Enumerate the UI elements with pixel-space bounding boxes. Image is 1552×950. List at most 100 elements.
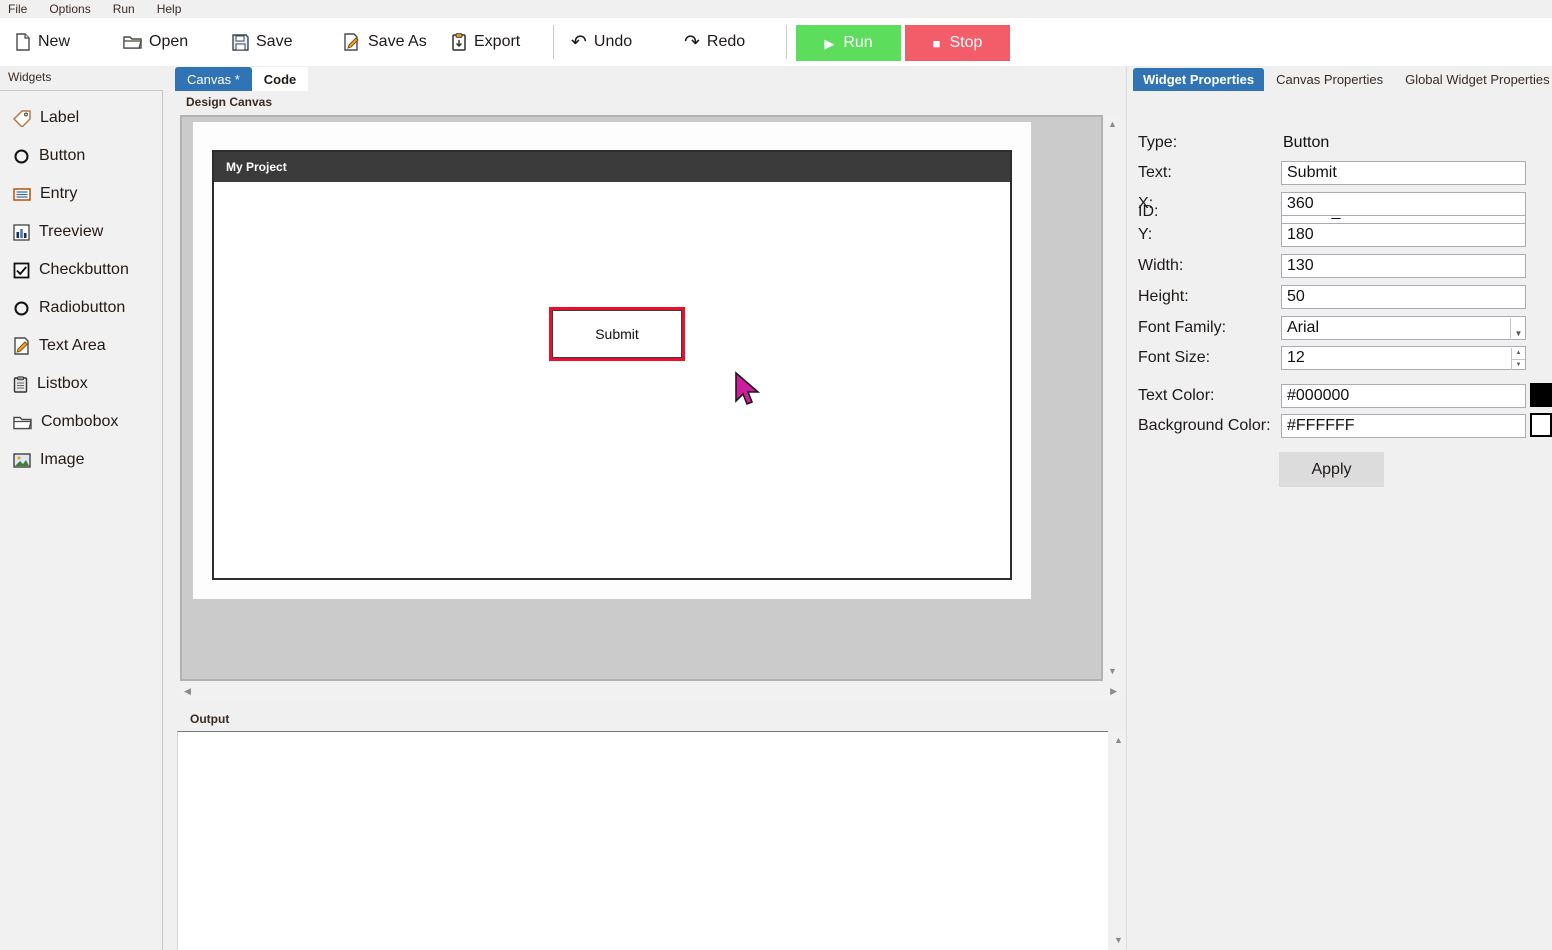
font-size-label: Font Size: [1138,346,1288,370]
redo-button[interactable]: ↷ Redo [684,18,745,66]
widget-item-text-area[interactable]: Text Area [0,327,162,365]
run-button[interactable]: ▶ Run [796,25,901,61]
open-button-label: Open [149,33,188,51]
scroll-down-icon[interactable]: ▼ [1108,667,1117,676]
width-input[interactable] [1281,254,1526,278]
scroll-down-icon[interactable]: ▼ [1114,936,1123,945]
widget-item-treeview[interactable]: Treeview [0,213,162,251]
panel-divider [1126,66,1127,950]
widget-item-text: Radiobutton [39,299,125,317]
submit-widget-face: Submit [552,310,682,358]
menu-options[interactable]: Options [38,2,101,16]
export-clipboard-icon [451,33,467,51]
menu-bar: File Options Run Help [0,0,1552,18]
widget-item-label[interactable]: Label [0,99,162,137]
widgets-panel-title: Widgets [8,70,51,84]
widget-item-combobox[interactable]: Combobox [0,403,162,441]
scroll-up-icon[interactable]: ▲ [1108,120,1117,129]
export-button[interactable]: Export [451,18,520,66]
designed-window: My Project Submit [212,150,1012,580]
tag-icon [13,110,31,127]
designed-window-title: My Project [226,160,287,174]
font-family-select[interactable]: Arial ▼ [1281,316,1526,340]
y-input[interactable] [1281,223,1526,247]
x-input[interactable] [1281,192,1526,216]
radio-icon [13,300,30,317]
run-button-label: Run [843,34,872,52]
widget-item-text: Combobox [41,413,118,431]
height-input[interactable] [1281,285,1526,309]
background-color-input[interactable] [1281,414,1526,438]
menu-run[interactable]: Run [102,2,146,16]
widget-item-text: Image [40,451,84,469]
clipboard-icon [13,376,28,393]
widget-item-text: Entry [40,185,77,203]
stepper-up-icon[interactable]: ▲ [1512,348,1525,360]
redo-arrow-icon: ↷ [684,33,700,52]
new-document-icon [14,33,31,51]
save-floppy-icon [232,34,249,51]
submit-widget-selected[interactable]: Submit [549,307,685,361]
stop-button-label: Stop [949,34,982,52]
redo-button-label: Redo [707,33,745,51]
design-canvas-area[interactable]: My Project Submit [180,115,1103,681]
font-size-stepper[interactable]: 12 ▲ ▼ [1281,346,1526,370]
toolbar: New Open Save Save As Export ↶ Undo ↷ Re… [0,18,1552,66]
background-color-swatch[interactable] [1530,413,1552,437]
widget-item-button[interactable]: Button [0,137,162,175]
save-as-icon [343,33,361,51]
text-input[interactable] [1281,161,1526,185]
stepper-arrows: ▲ ▼ [1511,348,1525,370]
text-label: Text: [1138,161,1288,185]
save-as-button[interactable]: Save As [343,18,427,66]
widget-item-entry[interactable]: Entry [0,175,162,213]
output-panel [177,731,1108,950]
tab-widget-properties[interactable]: Widget Properties [1133,68,1264,91]
widget-item-text: Checkbutton [39,261,129,279]
design-surface[interactable]: My Project Submit [193,122,1031,599]
text-color-label: Text Color: [1138,384,1288,408]
save-as-button-label: Save As [368,33,427,51]
menu-help[interactable]: Help [146,2,193,16]
properties-tab-bar: Widget Properties Canvas Properties Glob… [1133,67,1552,91]
text-color-input[interactable] [1281,384,1526,408]
undo-button[interactable]: ↶ Undo [571,18,632,66]
canvas-horizontal-scrollbar[interactable]: ◀ ▶ [180,683,1121,700]
circle-icon [13,148,30,165]
undo-button-label: Undo [594,33,632,51]
font-size-value: 12 [1287,349,1305,367]
tab-code[interactable]: Code [252,67,309,91]
picture-icon [13,453,31,468]
scroll-up-icon[interactable]: ▲ [1114,736,1123,745]
save-button[interactable]: Save [232,18,292,66]
widget-item-text: Button [39,147,85,165]
stop-square-icon: ■ [933,37,941,50]
widget-item-image[interactable]: Image [0,441,162,479]
output-vertical-scrollbar[interactable]: ▲ ▼ [1111,731,1127,950]
play-icon: ▶ [824,37,834,50]
widget-item-listbox[interactable]: Listbox [0,365,162,403]
open-button[interactable]: Open [123,18,188,66]
tab-global-widget-properties[interactable]: Global Widget Properties [1395,68,1552,91]
menu-file[interactable]: File [0,2,38,16]
apply-button[interactable]: Apply [1279,452,1384,487]
bar-chart-icon [13,224,30,241]
tab-canvas[interactable]: Canvas * [175,67,252,91]
widget-item-checkbutton[interactable]: Checkbutton [0,251,162,289]
checkbox-icon [13,262,30,279]
toolbar-separator [786,25,787,59]
chevron-down-icon[interactable]: ▼ [1510,318,1526,340]
stop-button[interactable]: ■ Stop [905,25,1010,61]
undo-arrow-icon: ↶ [571,33,587,52]
text-color-swatch[interactable] [1530,383,1552,407]
stepper-down-icon[interactable]: ▼ [1512,360,1525,371]
scroll-left-icon[interactable]: ◀ [184,687,191,696]
tab-canvas-properties[interactable]: Canvas Properties [1266,68,1393,91]
widget-item-radiobutton[interactable]: Radiobutton [0,289,162,327]
save-button-label: Save [256,33,292,51]
export-button-label: Export [474,33,520,51]
new-button[interactable]: New [14,18,70,66]
scroll-right-icon[interactable]: ▶ [1110,687,1117,696]
canvas-vertical-scrollbar[interactable]: ▲ ▼ [1105,115,1121,681]
widgets-panel: Label Button Entry Treeview Checkbutton … [0,90,163,950]
